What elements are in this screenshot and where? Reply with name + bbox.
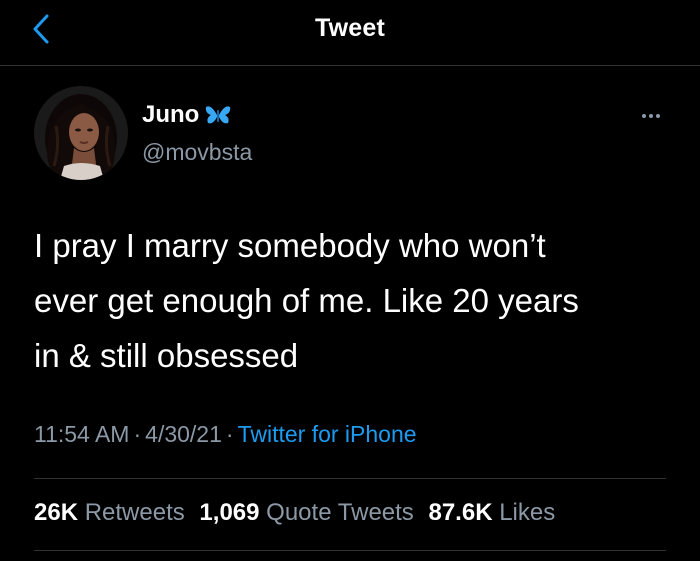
quote-tweets-label: Quote Tweets [266,499,414,526]
user-handle[interactable]: @movbsta [142,139,252,166]
divider [34,478,666,479]
likes-label: Likes [499,499,556,526]
more-dot-icon [642,114,646,118]
display-name: Juno [142,101,200,128]
top-bar: Tweet [0,0,700,66]
tweet-meta: 11:54 AM · 4/30/21 · Twitter for iPhone [34,421,417,448]
likes-count: 87.6K [428,499,493,526]
more-dot-icon [649,114,653,118]
retweets-count: 26K [34,499,79,526]
engagement-stats: 26K Retweets 1,069 Quote Tweets 87.6K Li… [34,499,563,527]
author-name-row[interactable]: Juno [142,101,231,129]
tweet-time[interactable]: 11:54 AM [34,421,129,447]
divider [34,550,666,551]
quote-tweets-count: 1,069 [199,499,260,526]
retweets-label: Retweets [84,499,185,526]
page-title: Tweet [315,14,385,42]
tweet-date[interactable]: 4/30/21 [145,421,222,447]
avatar[interactable] [34,86,128,180]
butterfly-icon [206,106,231,124]
avatar-image [34,86,128,180]
tweet-text: I pray I marry somebody who won’t ever g… [34,227,579,374]
meta-separator: · [133,421,142,447]
meta-separator: · [225,421,234,447]
retweets-stat[interactable]: 26K Retweets [34,499,185,526]
likes-stat[interactable]: 87.6K Likes [428,499,555,526]
more-options-button[interactable] [636,106,666,126]
quote-tweets-stat[interactable]: 1,069 Quote Tweets [199,499,413,526]
tweet-source-link[interactable]: Twitter for iPhone [238,421,417,447]
more-dot-icon [656,114,660,118]
